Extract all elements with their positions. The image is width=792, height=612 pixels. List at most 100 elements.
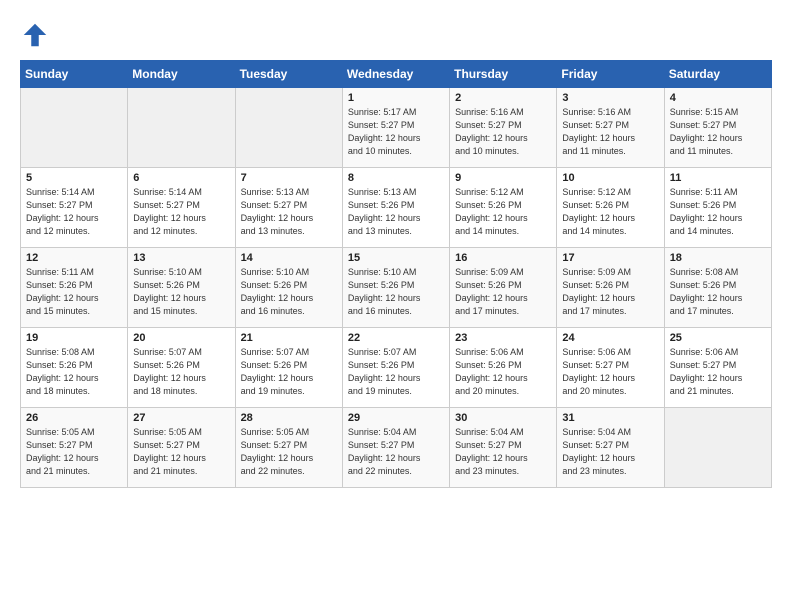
day-number: 20 [133,332,229,344]
day-number: 7 [241,172,337,184]
day-number: 31 [562,412,658,424]
day-number: 17 [562,252,658,264]
logo-icon [20,20,50,50]
day-number: 25 [670,332,766,344]
calendar-cell: 23 Sunrise: 5:06 AM Sunset: 5:26 PM Dayli… [450,328,557,408]
weekday-header-row: SundayMondayTuesdayWednesdayThursdayFrid… [21,61,772,88]
calendar-cell: 12Sunrise: 5:11 AM Sunset: 5:26 PM Dayli… [21,248,128,328]
calendar-cell: 5Sunrise: 5:14 AM Sunset: 5:27 PM Daylig… [21,168,128,248]
day-number: 14 [241,252,337,264]
day-number: 18 [670,252,766,264]
calendar-cell [235,88,342,168]
calendar-cell: 6Sunrise: 5:14 AM Sunset: 5:27 PM Daylig… [128,168,235,248]
calendar-cell: 13 Sunrise: 5:10 AM Sunset: 5:26 PM Dayli… [128,248,235,328]
day-number: 10 [562,172,658,184]
day-info: Sunrise: 5:05 AM Sunset: 5:27 PM Dayligh… [241,426,337,478]
calendar-cell: 20 Sunrise: 5:07 AM Sunset: 5:26 PM Dayli… [128,328,235,408]
day-info: Sunrise: 5:10 AM Sunset: 5:26 PM Dayligh… [133,266,229,318]
day-number: 6 [133,172,229,184]
calendar-cell: 21 Sunrise: 5:07 AM Sunset: 5:26 PM Dayli… [235,328,342,408]
calendar-cell: 11 Sunrise: 5:11 AM Sunset: 5:26 PM Dayli… [664,168,771,248]
day-number: 16 [455,252,551,264]
calendar-cell: 16 Sunrise: 5:09 AM Sunset: 5:26 PM Dayli… [450,248,557,328]
calendar-cell: 22 Sunrise: 5:07 AM Sunset: 5:26 PM Dayli… [342,328,449,408]
calendar-cell: 18 Sunrise: 5:08 AM Sunset: 5:26 PM Dayli… [664,248,771,328]
calendar-cell: 4Sunrise: 5:15 AM Sunset: 5:27 PM Daylig… [664,88,771,168]
weekday-header: Tuesday [235,61,342,88]
day-number: 23 [455,332,551,344]
calendar-week-row: 5Sunrise: 5:14 AM Sunset: 5:27 PM Daylig… [21,168,772,248]
calendar-cell: 8 Sunrise: 5:13 AM Sunset: 5:26 PM Daylig… [342,168,449,248]
day-info: Sunrise: 5:06 AM Sunset: 5:27 PM Dayligh… [562,346,658,398]
day-info: Sunrise: 5:13 AM Sunset: 5:27 PM Dayligh… [241,186,337,238]
day-number: 28 [241,412,337,424]
calendar-cell: 10 Sunrise: 5:12 AM Sunset: 5:26 PM Dayli… [557,168,664,248]
day-info: Sunrise: 5:05 AM Sunset: 5:27 PM Dayligh… [26,426,122,478]
day-info: Sunrise: 5:13 AM Sunset: 5:26 PM Dayligh… [348,186,444,238]
calendar-cell: 7 Sunrise: 5:13 AM Sunset: 5:27 PM Daylig… [235,168,342,248]
weekday-header: Sunday [21,61,128,88]
calendar-week-row: 19 Sunrise: 5:08 AM Sunset: 5:26 PM Dayli… [21,328,772,408]
day-number: 30 [455,412,551,424]
calendar-cell: 15 Sunrise: 5:10 AM Sunset: 5:26 PM Dayli… [342,248,449,328]
day-info: Sunrise: 5:07 AM Sunset: 5:26 PM Dayligh… [348,346,444,398]
day-number: 11 [670,172,766,184]
day-info: Sunrise: 5:11 AM Sunset: 5:26 PM Dayligh… [670,186,766,238]
calendar-week-row: 1Sunrise: 5:17 AM Sunset: 5:27 PM Daylig… [21,88,772,168]
calendar-cell: 17 Sunrise: 5:09 AM Sunset: 5:26 PM Dayli… [557,248,664,328]
day-info: Sunrise: 5:04 AM Sunset: 5:27 PM Dayligh… [562,426,658,478]
day-info: Sunrise: 5:04 AM Sunset: 5:27 PM Dayligh… [455,426,551,478]
day-number: 3 [562,92,658,104]
calendar-cell [664,408,771,488]
day-number: 2 [455,92,551,104]
calendar-week-row: 26 Sunrise: 5:05 AM Sunset: 5:27 PM Dayli… [21,408,772,488]
day-number: 26 [26,412,122,424]
calendar-cell: 30 Sunrise: 5:04 AM Sunset: 5:27 PM Dayli… [450,408,557,488]
day-info: Sunrise: 5:07 AM Sunset: 5:26 PM Dayligh… [241,346,337,398]
calendar-cell: 1Sunrise: 5:17 AM Sunset: 5:27 PM Daylig… [342,88,449,168]
day-number: 8 [348,172,444,184]
day-number: 1 [348,92,444,104]
page-header [20,20,772,50]
calendar-cell: 19 Sunrise: 5:08 AM Sunset: 5:26 PM Dayli… [21,328,128,408]
day-info: Sunrise: 5:06 AM Sunset: 5:26 PM Dayligh… [455,346,551,398]
calendar-week-row: 12Sunrise: 5:11 AM Sunset: 5:26 PM Dayli… [21,248,772,328]
calendar-cell: 2 Sunrise: 5:16 AM Sunset: 5:27 PM Daylig… [450,88,557,168]
day-number: 19 [26,332,122,344]
calendar-cell: 29Sunrise: 5:04 AM Sunset: 5:27 PM Dayli… [342,408,449,488]
day-number: 24 [562,332,658,344]
day-info: Sunrise: 5:04 AM Sunset: 5:27 PM Dayligh… [348,426,444,478]
day-info: Sunrise: 5:09 AM Sunset: 5:26 PM Dayligh… [562,266,658,318]
day-info: Sunrise: 5:16 AM Sunset: 5:27 PM Dayligh… [455,106,551,158]
day-number: 21 [241,332,337,344]
day-info: Sunrise: 5:06 AM Sunset: 5:27 PM Dayligh… [670,346,766,398]
weekday-header: Monday [128,61,235,88]
day-info: Sunrise: 5:10 AM Sunset: 5:26 PM Dayligh… [348,266,444,318]
weekday-header: Saturday [664,61,771,88]
day-info: Sunrise: 5:16 AM Sunset: 5:27 PM Dayligh… [562,106,658,158]
calendar-cell [21,88,128,168]
day-info: Sunrise: 5:14 AM Sunset: 5:27 PM Dayligh… [26,186,122,238]
day-info: Sunrise: 5:15 AM Sunset: 5:27 PM Dayligh… [670,106,766,158]
day-info: Sunrise: 5:07 AM Sunset: 5:26 PM Dayligh… [133,346,229,398]
day-info: Sunrise: 5:12 AM Sunset: 5:26 PM Dayligh… [455,186,551,238]
day-info: Sunrise: 5:08 AM Sunset: 5:26 PM Dayligh… [26,346,122,398]
day-info: Sunrise: 5:08 AM Sunset: 5:26 PM Dayligh… [670,266,766,318]
calendar-cell: 28 Sunrise: 5:05 AM Sunset: 5:27 PM Dayli… [235,408,342,488]
calendar-cell: 25 Sunrise: 5:06 AM Sunset: 5:27 PM Dayli… [664,328,771,408]
calendar-cell: 26 Sunrise: 5:05 AM Sunset: 5:27 PM Dayli… [21,408,128,488]
weekday-header: Friday [557,61,664,88]
day-info: Sunrise: 5:11 AM Sunset: 5:26 PM Dayligh… [26,266,122,318]
day-number: 22 [348,332,444,344]
calendar-cell: 9Sunrise: 5:12 AM Sunset: 5:26 PM Daylig… [450,168,557,248]
day-number: 27 [133,412,229,424]
day-number: 15 [348,252,444,264]
day-number: 13 [133,252,229,264]
day-info: Sunrise: 5:10 AM Sunset: 5:26 PM Dayligh… [241,266,337,318]
day-info: Sunrise: 5:05 AM Sunset: 5:27 PM Dayligh… [133,426,229,478]
calendar-cell: 24 Sunrise: 5:06 AM Sunset: 5:27 PM Dayli… [557,328,664,408]
weekday-header: Thursday [450,61,557,88]
day-info: Sunrise: 5:12 AM Sunset: 5:26 PM Dayligh… [562,186,658,238]
day-info: Sunrise: 5:09 AM Sunset: 5:26 PM Dayligh… [455,266,551,318]
calendar-cell: 27 Sunrise: 5:05 AM Sunset: 5:27 PM Dayli… [128,408,235,488]
